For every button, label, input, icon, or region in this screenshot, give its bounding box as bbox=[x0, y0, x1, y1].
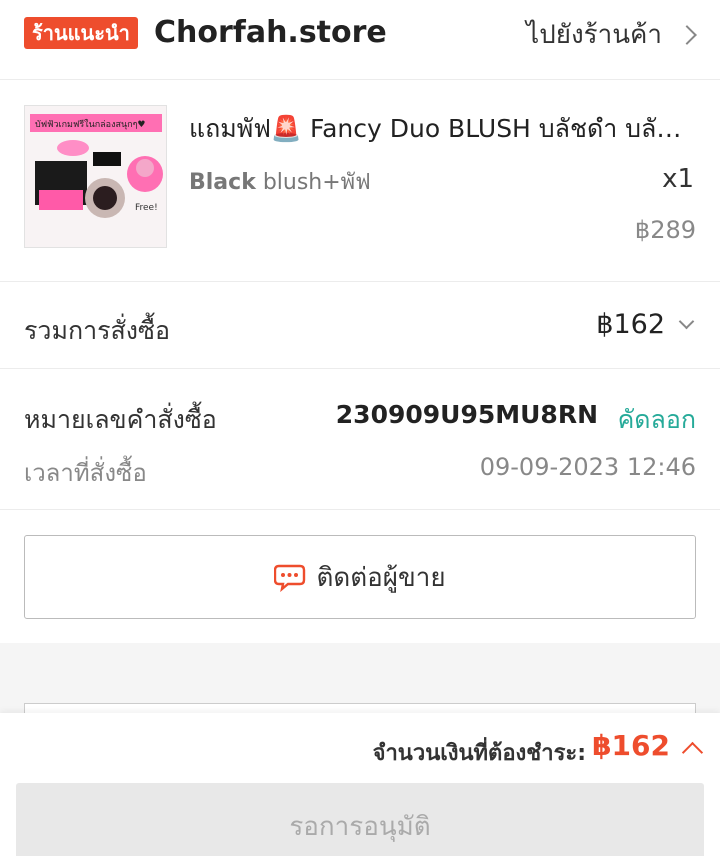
payment-footer: จำนวนเงินที่ต้องชำระ: ฿162 รอการอนุมัติ bbox=[0, 713, 720, 856]
product-item[interactable]: บัฟฟัวเกมฟรีในกล่องสนุกๆ♥ Free! แถมพัฟ🚨 … bbox=[0, 81, 720, 282]
chevron-up-icon[interactable] bbox=[681, 741, 704, 764]
awaiting-approval-button: รอการอนุมัติ bbox=[16, 783, 704, 856]
product-thumbnail[interactable]: บัฟฟัวเกมฟรีในกล่องสนุกๆ♥ Free! bbox=[24, 105, 167, 248]
order-number-label: หมายเลขคำสั่งซื้อ bbox=[24, 405, 217, 434]
go-to-store-label: ไปยังร้านค้า bbox=[526, 20, 662, 50]
order-total-value: ฿162 bbox=[596, 309, 665, 340]
order-total-row[interactable]: รวมการสั่งซื้อ ฿162 bbox=[0, 283, 720, 369]
product-quantity: x1 bbox=[662, 164, 694, 194]
product-image: บัฟฟัวเกมฟรีในกล่องสนุกๆ♥ Free! bbox=[25, 106, 166, 247]
shop-header: ร้านแนะนำ Chorfah.store ไปยังร้านค้า bbox=[0, 0, 720, 80]
copy-order-number-button[interactable]: คัดลอก bbox=[618, 400, 696, 440]
preferred-shop-badge: ร้านแนะนำ bbox=[24, 17, 138, 49]
order-total-label: รวมการสั่งซื้อ bbox=[24, 316, 170, 345]
product-variant: Black blush+พัฟ bbox=[189, 164, 371, 199]
order-number: 230909U95MU8RN bbox=[335, 400, 598, 429]
contact-seller-button[interactable]: ติดต่อผู้ขาย bbox=[24, 535, 696, 619]
chat-icon bbox=[274, 564, 306, 592]
order-info-section: หมายเลขคำสั่งซื้อ 230909U95MU8RN คัดลอก … bbox=[0, 370, 720, 510]
shop-name[interactable]: Chorfah.store bbox=[154, 15, 387, 50]
product-image-banner: บัฟฟัวเกมฟรีในกล่องสนุกๆ♥ bbox=[35, 119, 145, 130]
product-price: ฿289 bbox=[634, 216, 696, 244]
product-title: แถมพัฟ🚨 Fancy Duo BLUSH บลัชดำ บลัชออน bbox=[189, 114, 697, 143]
product-variant-bold: Black bbox=[189, 170, 256, 195]
order-time: 09-09-2023 12:46 bbox=[479, 453, 696, 481]
product-variant-rest: blush+พัฟ bbox=[255, 170, 371, 195]
order-detail-card: ร้านแนะนำ Chorfah.store ไปยังร้านค้า บัฟ… bbox=[0, 0, 720, 643]
amount-due-label: จำนวนเงินที่ต้องชำระ: bbox=[372, 741, 586, 766]
product-image-tag: Free! bbox=[135, 203, 158, 213]
amount-due-value: ฿162 bbox=[592, 729, 670, 762]
order-time-label: เวลาที่สั่งซื้อ bbox=[24, 459, 147, 487]
chevron-right-icon bbox=[677, 24, 697, 45]
contact-seller-label: ติดต่อผู้ขาย bbox=[316, 562, 446, 593]
chevron-down-icon[interactable] bbox=[678, 313, 695, 330]
go-to-store-link[interactable]: ไปยังร้านค้า bbox=[526, 14, 697, 55]
order-total-value-group: ฿162 bbox=[596, 309, 695, 340]
